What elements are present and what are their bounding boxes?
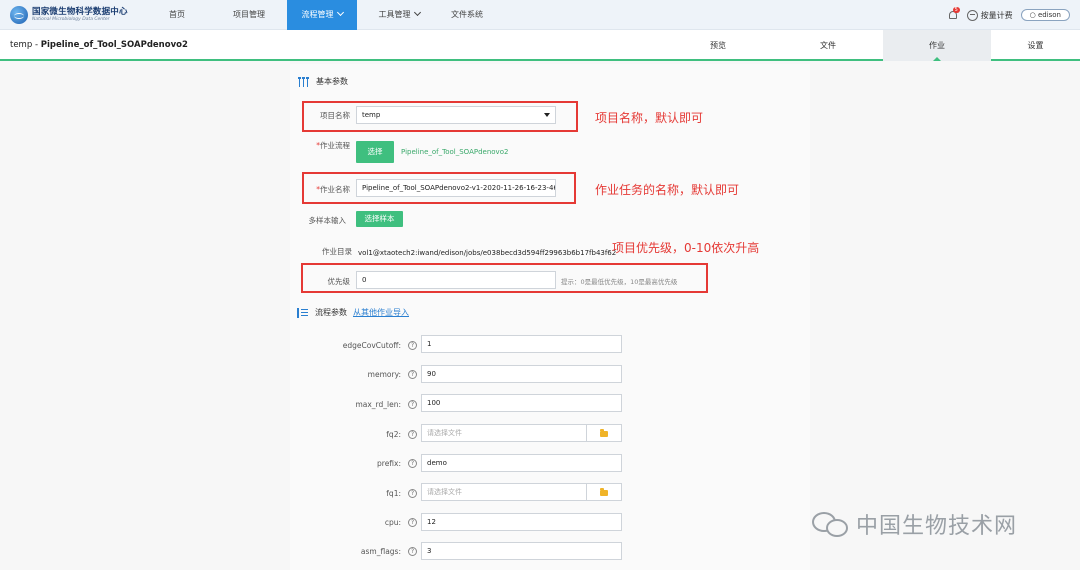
billing-link[interactable]: 按量计费 bbox=[981, 10, 1013, 21]
asm-flags-input[interactable]: 3 bbox=[421, 542, 622, 560]
watermark: 中国生物技术网 bbox=[812, 508, 1017, 540]
job-directory-label: 作业目录 bbox=[322, 247, 352, 256]
active-tab-indicator bbox=[933, 57, 941, 61]
max-rd-len-input[interactable]: 100 bbox=[421, 394, 622, 412]
basic-params-header: 基本参数 bbox=[298, 76, 348, 87]
param-label: asm_flags: bbox=[360, 547, 401, 556]
job-form: 基本参数 项目名称 temp *作业流程 选择 Pipeline_of_Tool… bbox=[290, 64, 810, 570]
multi-sample-label: 多样本输入 bbox=[308, 216, 347, 225]
nav-file-system[interactable]: 文件系统 bbox=[438, 0, 496, 30]
param-label: edgeCovCutoff: bbox=[342, 341, 401, 350]
tab-settings[interactable]: 设置 bbox=[991, 30, 1080, 61]
workflow-label-text: 作业流程 bbox=[320, 141, 350, 150]
tab-jobs-label: 作业 bbox=[929, 41, 945, 50]
annotation-box-project bbox=[302, 101, 578, 132]
chevron-down-icon bbox=[336, 8, 344, 17]
nav-workflow-label: 流程管理 bbox=[301, 10, 334, 19]
param-label: fq2: bbox=[386, 430, 401, 439]
logo-globe-icon bbox=[10, 6, 28, 24]
fq1-file-input[interactable]: 请选择文件 bbox=[421, 483, 587, 501]
param-label: max_rd_len: bbox=[355, 400, 401, 409]
prefix-input[interactable]: demo bbox=[421, 454, 622, 472]
select-samples-button[interactable]: 选择样本 bbox=[356, 211, 403, 227]
nav-tool-management[interactable]: 工具管理 bbox=[370, 0, 428, 30]
fq2-file-input[interactable]: 请选择文件 bbox=[421, 424, 587, 442]
help-icon[interactable]: ? bbox=[408, 430, 417, 439]
nav-workflow-management[interactable]: 流程管理 bbox=[287, 0, 357, 30]
cpu-input[interactable]: 12 bbox=[421, 513, 622, 531]
fq1-placeholder: 请选择文件 bbox=[427, 488, 462, 496]
sliders-icon bbox=[298, 76, 309, 87]
fq2-browse-button[interactable] bbox=[587, 424, 622, 442]
tab-files[interactable]: 文件 bbox=[773, 30, 883, 61]
wechat-icon bbox=[812, 509, 850, 539]
site-logo[interactable]: 国家微生物科学数据中心 National Microbiology Data C… bbox=[10, 5, 128, 25]
help-icon[interactable]: ? bbox=[408, 489, 417, 498]
job-directory-value: vol1@xtaotech2:iwand/edison/jobs/e038bec… bbox=[358, 249, 617, 257]
help-icon[interactable]: ? bbox=[408, 459, 417, 468]
fq2-placeholder: 请选择文件 bbox=[427, 429, 462, 437]
fq1-browse-button[interactable] bbox=[587, 483, 622, 501]
nav-home[interactable]: 首页 bbox=[150, 0, 204, 30]
help-icon[interactable]: ? bbox=[408, 341, 417, 350]
help-icon[interactable]: ? bbox=[408, 370, 417, 379]
selected-workflow-name[interactable]: Pipeline_of_Tool_SOAPdenovo2 bbox=[401, 148, 508, 156]
memory-input[interactable]: 90 bbox=[421, 365, 622, 383]
page-title-name: Pipeline_of_Tool_SOAPdenovo2 bbox=[40, 40, 188, 50]
folder-icon bbox=[600, 488, 608, 496]
flow-params-title: 流程参数 bbox=[315, 308, 347, 317]
notification-badge: 5 bbox=[952, 6, 960, 13]
import-from-other-job-link[interactable]: 从其他作业导入 bbox=[353, 307, 409, 318]
flow-params-header: 流程参数 从其他作业导入 bbox=[297, 307, 409, 318]
billing-icon[interactable] bbox=[966, 9, 978, 21]
param-label: memory: bbox=[367, 370, 401, 379]
watermark-text: 中国生物技术网 bbox=[856, 514, 1018, 539]
help-icon[interactable]: ? bbox=[408, 518, 417, 527]
edgecovcutoff-input[interactable]: 1 bbox=[421, 335, 622, 353]
user-name: edison bbox=[1037, 11, 1061, 19]
page-title: temp - Pipeline_of_Tool_SOAPdenovo2 bbox=[10, 40, 188, 50]
chevron-down-icon bbox=[413, 8, 421, 17]
annotation-box-jobname bbox=[302, 172, 576, 204]
tab-jobs[interactable]: 作业 bbox=[883, 30, 991, 61]
annotation-priority: 项目优先级，0-10依次升高 bbox=[612, 241, 760, 255]
list-icon bbox=[297, 307, 308, 318]
nav-tool-label: 工具管理 bbox=[378, 10, 411, 19]
page-title-prefix: temp - bbox=[10, 40, 41, 50]
param-label: prefix: bbox=[377, 459, 401, 468]
tab-preview[interactable]: 预览 bbox=[663, 30, 773, 61]
notification-bell-icon[interactable]: 5 bbox=[948, 6, 960, 21]
logo-title-en: National Microbiology Data Center bbox=[32, 17, 110, 22]
param-label: fq1: bbox=[386, 489, 401, 498]
top-nav: 国家微生物科学数据中心 National Microbiology Data C… bbox=[0, 0, 1080, 30]
help-icon[interactable]: ? bbox=[408, 400, 417, 409]
annotation-jobname: 作业任务的名称，默认即可 bbox=[595, 183, 740, 197]
user-menu[interactable]: ○ edison bbox=[1020, 9, 1070, 21]
logo-title-cn: 国家微生物科学数据中心 bbox=[32, 6, 128, 17]
basic-params-title: 基本参数 bbox=[316, 77, 348, 86]
help-icon[interactable]: ? bbox=[408, 547, 417, 556]
workflow-label: *作业流程 bbox=[316, 141, 350, 150]
folder-icon bbox=[600, 429, 608, 437]
annotation-project: 项目名称，默认即可 bbox=[595, 111, 704, 125]
nav-project-management[interactable]: 项目管理 bbox=[220, 0, 278, 30]
param-label: cpu: bbox=[384, 518, 401, 527]
annotation-box-priority bbox=[301, 263, 708, 293]
project-subheader: temp - Pipeline_of_Tool_SOAPdenovo2 预览 文… bbox=[0, 30, 1080, 61]
select-workflow-button[interactable]: 选择 bbox=[356, 141, 394, 163]
